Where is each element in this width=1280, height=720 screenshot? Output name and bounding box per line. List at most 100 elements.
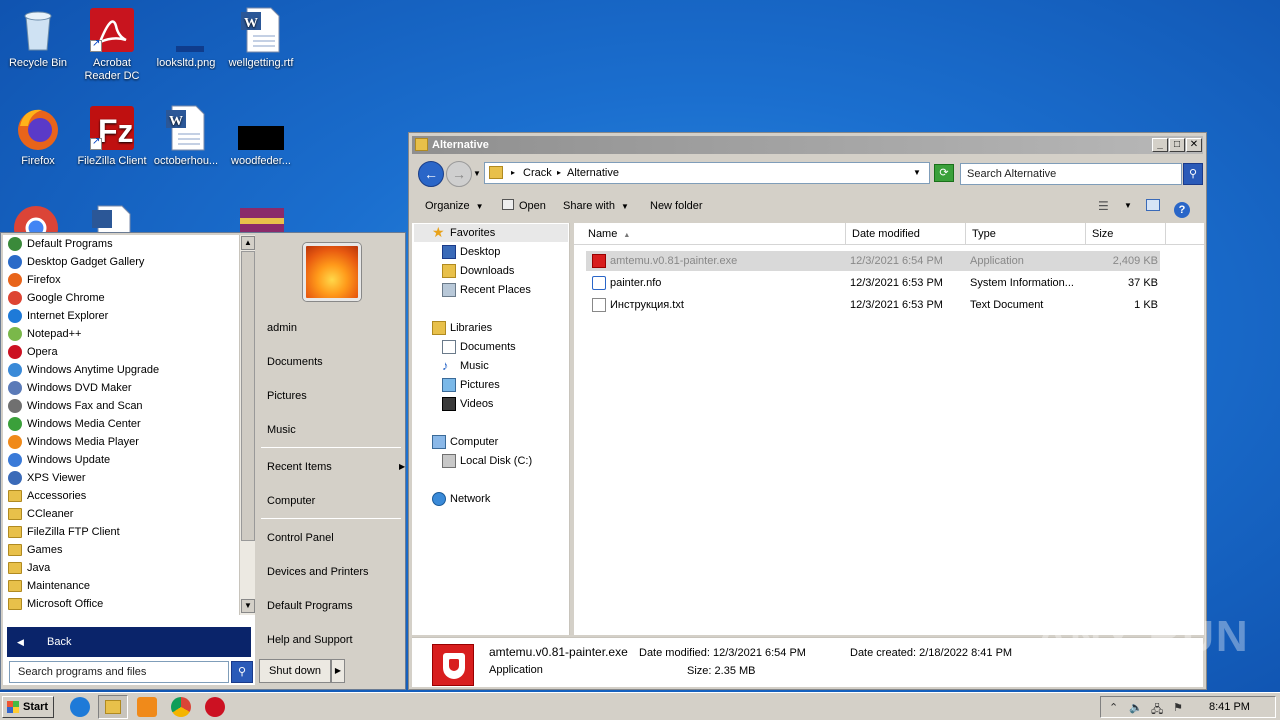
recent-pages-dropdown-icon[interactable]: ▼ — [473, 169, 481, 178]
start-item-recent-items[interactable]: Recent Items ▶ — [267, 456, 407, 478]
desktop-icon-acrobat[interactable]: Acrobat Reader DC — [74, 6, 150, 83]
desktop-icon-woodfeder[interactable]: woodfeder... — [223, 104, 299, 168]
program-item[interactable]: Opera — [3, 343, 239, 361]
start-item-default-programs[interactable]: Default Programs — [267, 595, 353, 617]
program-item[interactable]: Maintenance — [3, 577, 239, 595]
forward-arrow-icon[interactable]: → — [446, 161, 472, 187]
opera-icon[interactable] — [205, 697, 225, 717]
network-icon[interactable]: 🖧 — [1151, 701, 1163, 720]
address-dropdown-icon[interactable]: ▼ — [913, 163, 921, 183]
program-item[interactable]: Default Programs — [3, 235, 239, 253]
desktop-icon-wellgetting[interactable]: W wellgetting.rtf — [223, 6, 299, 70]
help-icon[interactable]: ? — [1174, 191, 1190, 221]
chrome-icon[interactable] — [171, 697, 191, 717]
program-item[interactable]: Notepad++ — [3, 325, 239, 343]
search-icon[interactable]: ⚲ — [1183, 163, 1203, 185]
user-picture-avatar[interactable] — [303, 243, 361, 301]
program-list-scrollbar[interactable]: ▲ ▼ — [239, 235, 255, 615]
scroll-thumb[interactable] — [241, 251, 255, 541]
nav-favorites[interactable]: ★ Favorites — [432, 224, 495, 242]
breadcrumb-separator-icon[interactable]: ▸ — [557, 163, 561, 183]
view-dropdown-icon[interactable]: ▼ — [1124, 191, 1132, 221]
file-row[interactable]: Инструкция.txt 12/3/2021 6:53 PM Text Docu… — [586, 295, 1160, 315]
program-item[interactable]: FileZilla FTP Client — [3, 523, 239, 541]
action-center-icon[interactable]: ⚑ — [1173, 701, 1183, 714]
search-icon[interactable]: ⚲ — [231, 661, 253, 683]
volume-icon[interactable]: 🔈 — [1129, 701, 1143, 714]
back-button[interactable]: ◀ Back — [7, 627, 251, 657]
nav-recent-places[interactable]: Recent Places — [442, 281, 531, 299]
organize-button[interactable]: Organize ▼ — [425, 191, 484, 222]
shutdown-button[interactable]: Shut down — [259, 659, 331, 683]
desktop-icon-recycle-bin[interactable]: Recycle Bin — [0, 6, 76, 70]
nav-libraries[interactable]: Libraries — [432, 319, 492, 337]
start-item-music[interactable]: Music — [267, 419, 296, 441]
start-item-pictures[interactable]: Pictures — [267, 385, 307, 407]
open-button[interactable]: Open — [502, 191, 546, 221]
breadcrumb-separator-icon[interactable]: ▸ — [511, 163, 515, 183]
program-item[interactable]: XPS Viewer — [3, 469, 239, 487]
ie-icon[interactable] — [70, 697, 90, 717]
preview-pane-icon[interactable] — [1146, 191, 1160, 221]
start-item-user[interactable]: admin — [267, 317, 297, 339]
program-item[interactable]: CCleaner — [3, 505, 239, 523]
nav-documents[interactable]: Documents — [442, 338, 516, 356]
back-arrow-icon[interactable]: ← — [418, 161, 444, 187]
program-item[interactable]: Internet Explorer — [3, 307, 239, 325]
nav-videos[interactable]: Videos — [442, 395, 493, 413]
explorer-search-input[interactable]: Search Alternative — [960, 163, 1182, 185]
title-bar[interactable]: Alternative _ □ ✕ — [412, 136, 1203, 154]
desktop-icon-filezilla[interactable]: Fz FileZilla Client — [74, 104, 150, 168]
media-player-icon[interactable] — [137, 697, 157, 717]
start-button[interactable]: Start — [2, 696, 54, 718]
program-item[interactable]: Java — [3, 559, 239, 577]
breadcrumb-crack[interactable]: Crack — [523, 163, 552, 183]
clock[interactable]: 8:41 PM — [1209, 697, 1250, 717]
nav-local-disk[interactable]: Local Disk (C:) — [442, 452, 532, 470]
start-search-input[interactable]: Search programs and files — [9, 661, 229, 683]
column-header-type[interactable]: Type — [966, 223, 1086, 245]
shutdown-options-arrow-icon[interactable]: ▶ — [331, 659, 345, 683]
view-options-icon[interactable]: ☰ — [1098, 191, 1109, 221]
start-item-help-support[interactable]: Help and Support — [267, 629, 353, 651]
minimize-button[interactable]: _ — [1152, 138, 1168, 152]
address-bar[interactable]: ▸ Crack ▸ Alternative ▼ — [484, 162, 930, 184]
nav-downloads[interactable]: Downloads — [442, 262, 514, 280]
close-button[interactable]: ✕ — [1186, 138, 1202, 152]
breadcrumb-alternative[interactable]: Alternative — [567, 163, 619, 183]
program-item[interactable]: Windows DVD Maker — [3, 379, 239, 397]
program-item[interactable]: Windows Media Center — [3, 415, 239, 433]
nav-desktop[interactable]: Desktop — [442, 243, 500, 261]
program-item[interactable]: Windows Media Player — [3, 433, 239, 451]
nav-music[interactable]: ♪ Music — [442, 357, 489, 375]
desktop-icon-octoberhou[interactable]: W octoberhou... — [148, 104, 224, 168]
nav-network[interactable]: Network — [432, 490, 490, 508]
maximize-button[interactable]: □ — [1169, 138, 1185, 152]
desktop-icon-looksltd[interactable]: looksltd.png — [148, 6, 224, 70]
refresh-icon[interactable]: ⟳ — [934, 164, 954, 182]
nav-computer[interactable]: Computer — [432, 433, 498, 451]
start-item-control-panel[interactable]: Control Panel — [267, 527, 334, 549]
program-item[interactable]: Accessories — [3, 487, 239, 505]
start-item-documents[interactable]: Documents — [267, 351, 323, 373]
nav-pictures[interactable]: Pictures — [442, 376, 500, 394]
column-header-date-modified[interactable]: Date modified — [846, 223, 966, 245]
scroll-down-icon[interactable]: ▼ — [241, 599, 255, 613]
program-item[interactable]: Microsoft Office — [3, 595, 239, 613]
share-with-button[interactable]: Share with ▼ — [563, 191, 629, 222]
file-row[interactable]: amtemu.v0.81-painter.exe 12/3/2021 6:54 P… — [586, 251, 1160, 271]
program-item[interactable]: Windows Anytime Upgrade — [3, 361, 239, 379]
program-item[interactable]: Games — [3, 541, 239, 559]
show-hidden-icons-icon[interactable]: ⌃ — [1109, 701, 1118, 714]
new-folder-button[interactable]: New folder — [650, 191, 703, 221]
desktop-icon-firefox[interactable]: Firefox — [0, 104, 76, 168]
scroll-up-icon[interactable]: ▲ — [241, 236, 255, 250]
program-item[interactable]: Google Chrome — [3, 289, 239, 307]
program-item[interactable]: Windows Fax and Scan — [3, 397, 239, 415]
start-item-computer[interactable]: Computer — [267, 490, 315, 512]
column-header-size[interactable]: Size — [1086, 223, 1166, 245]
start-item-devices-printers[interactable]: Devices and Printers — [267, 561, 369, 583]
taskbar-explorer-button[interactable] — [98, 695, 128, 719]
program-item[interactable]: Desktop Gadget Gallery — [3, 253, 239, 271]
program-item[interactable]: Firefox — [3, 271, 239, 289]
